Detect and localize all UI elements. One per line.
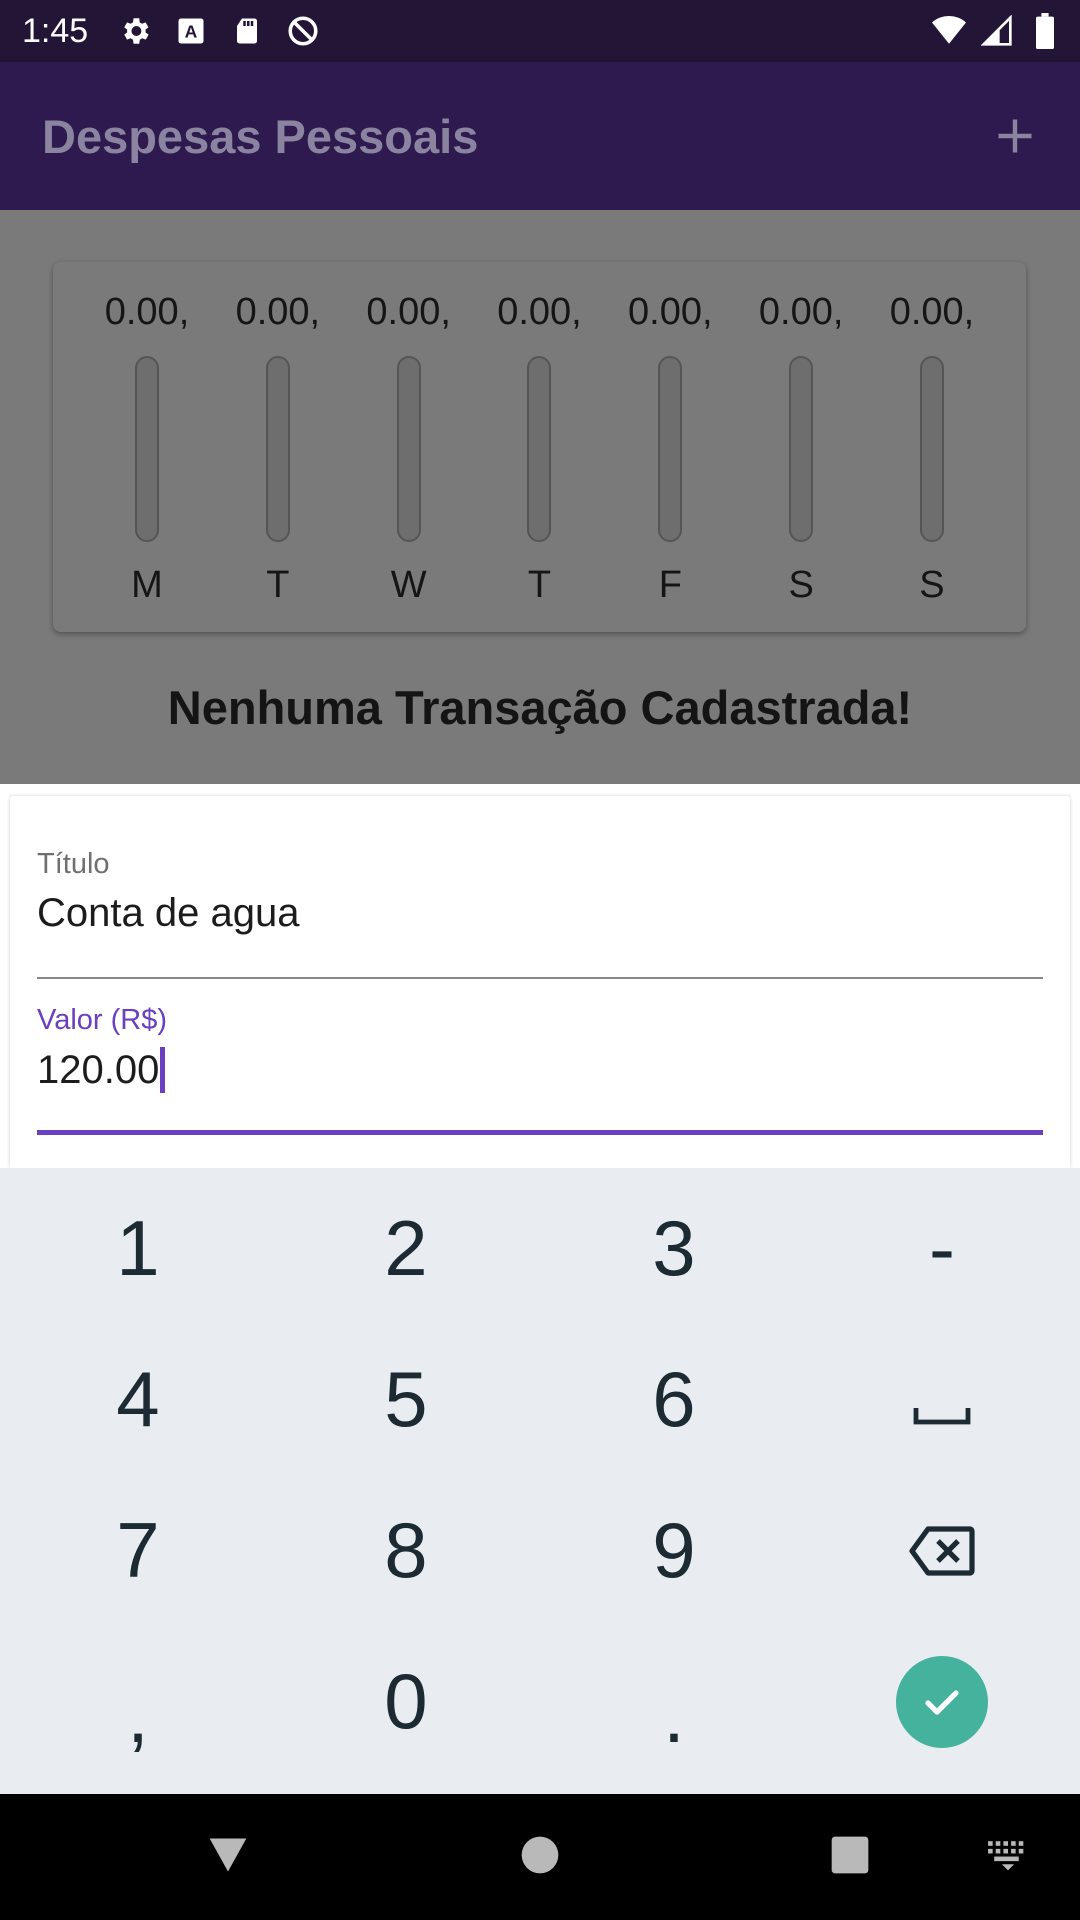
- day-label: S: [788, 564, 814, 606]
- day-bar-track: [789, 356, 814, 542]
- value-field[interactable]: Valor (R$) 120.00: [37, 1004, 1043, 1138]
- transaction-form-sheet: Título Conta de agua Valor (R$) 120.00: [0, 784, 1080, 1168]
- space-icon: [912, 1354, 972, 1445]
- day-column: 0.00, T: [479, 262, 599, 607]
- day-amount: 0.00,: [497, 291, 582, 333]
- key-label: .: [663, 1671, 685, 1759]
- day-label: M: [131, 564, 163, 606]
- day-column: 0.00, S: [741, 262, 861, 607]
- key-label: 4: [116, 1355, 160, 1443]
- title-field[interactable]: Título Conta de agua: [37, 848, 1043, 982]
- key-label: 3: [652, 1204, 696, 1292]
- numeric-keyboard: 1 2 3 - 4 5 6 7 8 9, 0.: [0, 1168, 1080, 1794]
- key[interactable]: 7: [4, 1475, 272, 1626]
- day-label: S: [919, 564, 945, 606]
- day-bar-track: [265, 356, 290, 542]
- key-label: 1: [116, 1204, 160, 1292]
- day-column: 0.00, W: [349, 262, 469, 607]
- key[interactable]: 2: [272, 1173, 540, 1324]
- home-icon[interactable]: [512, 1827, 568, 1883]
- status-icons-right: [932, 13, 1062, 49]
- title-field-underline: [37, 977, 1043, 979]
- key-label: 6: [652, 1355, 696, 1443]
- day-amount: 0.00,: [104, 291, 190, 333]
- day-amount: 0.00,: [366, 291, 451, 333]
- main-content: 0.00, M 0.00, T 0.00, W 0.00, T 0.00, F 0.00, S 0.00…: [0, 210, 1080, 784]
- status-icons-left: A: [118, 14, 320, 48]
- signal-icon: [980, 14, 1014, 48]
- day-column: 0.00, M: [87, 262, 207, 607]
- app-bar: Despesas Pessoais: [0, 62, 1080, 210]
- day-bar-track: [527, 356, 552, 542]
- key-label: 0: [384, 1657, 428, 1745]
- svg-text:A: A: [185, 21, 198, 41]
- status-time: 1:45: [22, 11, 89, 50]
- back-icon[interactable]: [200, 1827, 256, 1883]
- text-caret: [160, 1047, 166, 1093]
- no-sync-icon: [286, 14, 320, 48]
- sd-card-icon: [230, 14, 264, 48]
- backspace-key[interactable]: [808, 1475, 1076, 1626]
- value-input-text: 120.00: [37, 1047, 160, 1092]
- day-amount: 0.00,: [758, 291, 844, 333]
- chart-bars: 0.00, M 0.00, T 0.00, W 0.00, T 0.00, F 0.00, S 0.00…: [53, 262, 1026, 607]
- key-label: -: [929, 1204, 955, 1292]
- key[interactable]: 4: [4, 1324, 272, 1475]
- key-label: 8: [384, 1506, 428, 1594]
- keyboard-icon[interactable]: [980, 1827, 1036, 1883]
- recents-icon[interactable]: [822, 1827, 878, 1883]
- key[interactable]: ,: [4, 1626, 272, 1777]
- a-box-icon: A: [174, 14, 208, 48]
- wifi-icon: [932, 14, 966, 48]
- space-key[interactable]: [808, 1324, 1076, 1475]
- key[interactable]: 5: [272, 1324, 540, 1475]
- day-bar-track: [919, 356, 944, 542]
- day-column: 0.00, F: [610, 262, 730, 607]
- gear-icon: [118, 14, 152, 48]
- key-label: 9: [652, 1506, 696, 1594]
- key-grid: 1 2 3 - 4 5 6 7 8 9, 0.: [0, 1168, 1080, 1777]
- key[interactable]: .: [540, 1626, 808, 1777]
- day-column: 0.00, S: [872, 262, 992, 607]
- day-label: F: [658, 564, 682, 606]
- transaction-form: Título Conta de agua Valor (R$) 120.00: [10, 796, 1070, 1168]
- key[interactable]: 8: [272, 1475, 540, 1626]
- day-amount: 0.00,: [235, 291, 321, 333]
- key-label: 5: [384, 1355, 428, 1443]
- backspace-icon: [908, 1505, 976, 1596]
- plus-icon[interactable]: [980, 101, 1050, 171]
- check-icon: [896, 1655, 988, 1748]
- empty-message: Nenhuma Transação Cadastrada!: [167, 681, 913, 734]
- value-field-value[interactable]: 120.00: [37, 1047, 1043, 1093]
- day-bar-track: [135, 356, 159, 542]
- key[interactable]: 1: [4, 1173, 272, 1324]
- navigation-bar: [0, 1794, 1080, 1920]
- title-field-label: Título: [37, 848, 110, 880]
- title-field-value[interactable]: Conta de agua: [37, 891, 1043, 936]
- key-label: ,: [127, 1671, 149, 1759]
- value-field-label: Valor (R$): [37, 1004, 167, 1036]
- day-label: W: [390, 564, 427, 606]
- day-label: T: [527, 564, 552, 606]
- day-bar-track: [396, 356, 421, 542]
- key[interactable]: 6: [540, 1324, 808, 1475]
- app-title: Despesas Pessoais: [42, 109, 479, 163]
- key[interactable]: 0: [272, 1626, 540, 1777]
- weekly-chart: 0.00, M 0.00, T 0.00, W 0.00, T 0.00, F 0.00, S 0.00…: [53, 262, 1026, 632]
- day-amount: 0.00,: [628, 291, 713, 333]
- key-label: 7: [116, 1506, 160, 1594]
- value-field-underline: [37, 1130, 1043, 1135]
- battery-icon: [1028, 13, 1062, 49]
- key-label: 2: [384, 1204, 428, 1292]
- key[interactable]: -: [808, 1173, 1076, 1324]
- title-input-text: Conta de agua: [37, 891, 300, 935]
- day-bar-track: [658, 356, 683, 542]
- day-label: T: [266, 564, 290, 606]
- day-amount: 0.00,: [889, 291, 975, 333]
- day-column: 0.00, T: [218, 262, 338, 607]
- enter-key[interactable]: [808, 1626, 1076, 1777]
- key[interactable]: 9: [540, 1475, 808, 1626]
- key[interactable]: 3: [540, 1173, 808, 1324]
- status-bar: 1:45 A: [0, 0, 1080, 62]
